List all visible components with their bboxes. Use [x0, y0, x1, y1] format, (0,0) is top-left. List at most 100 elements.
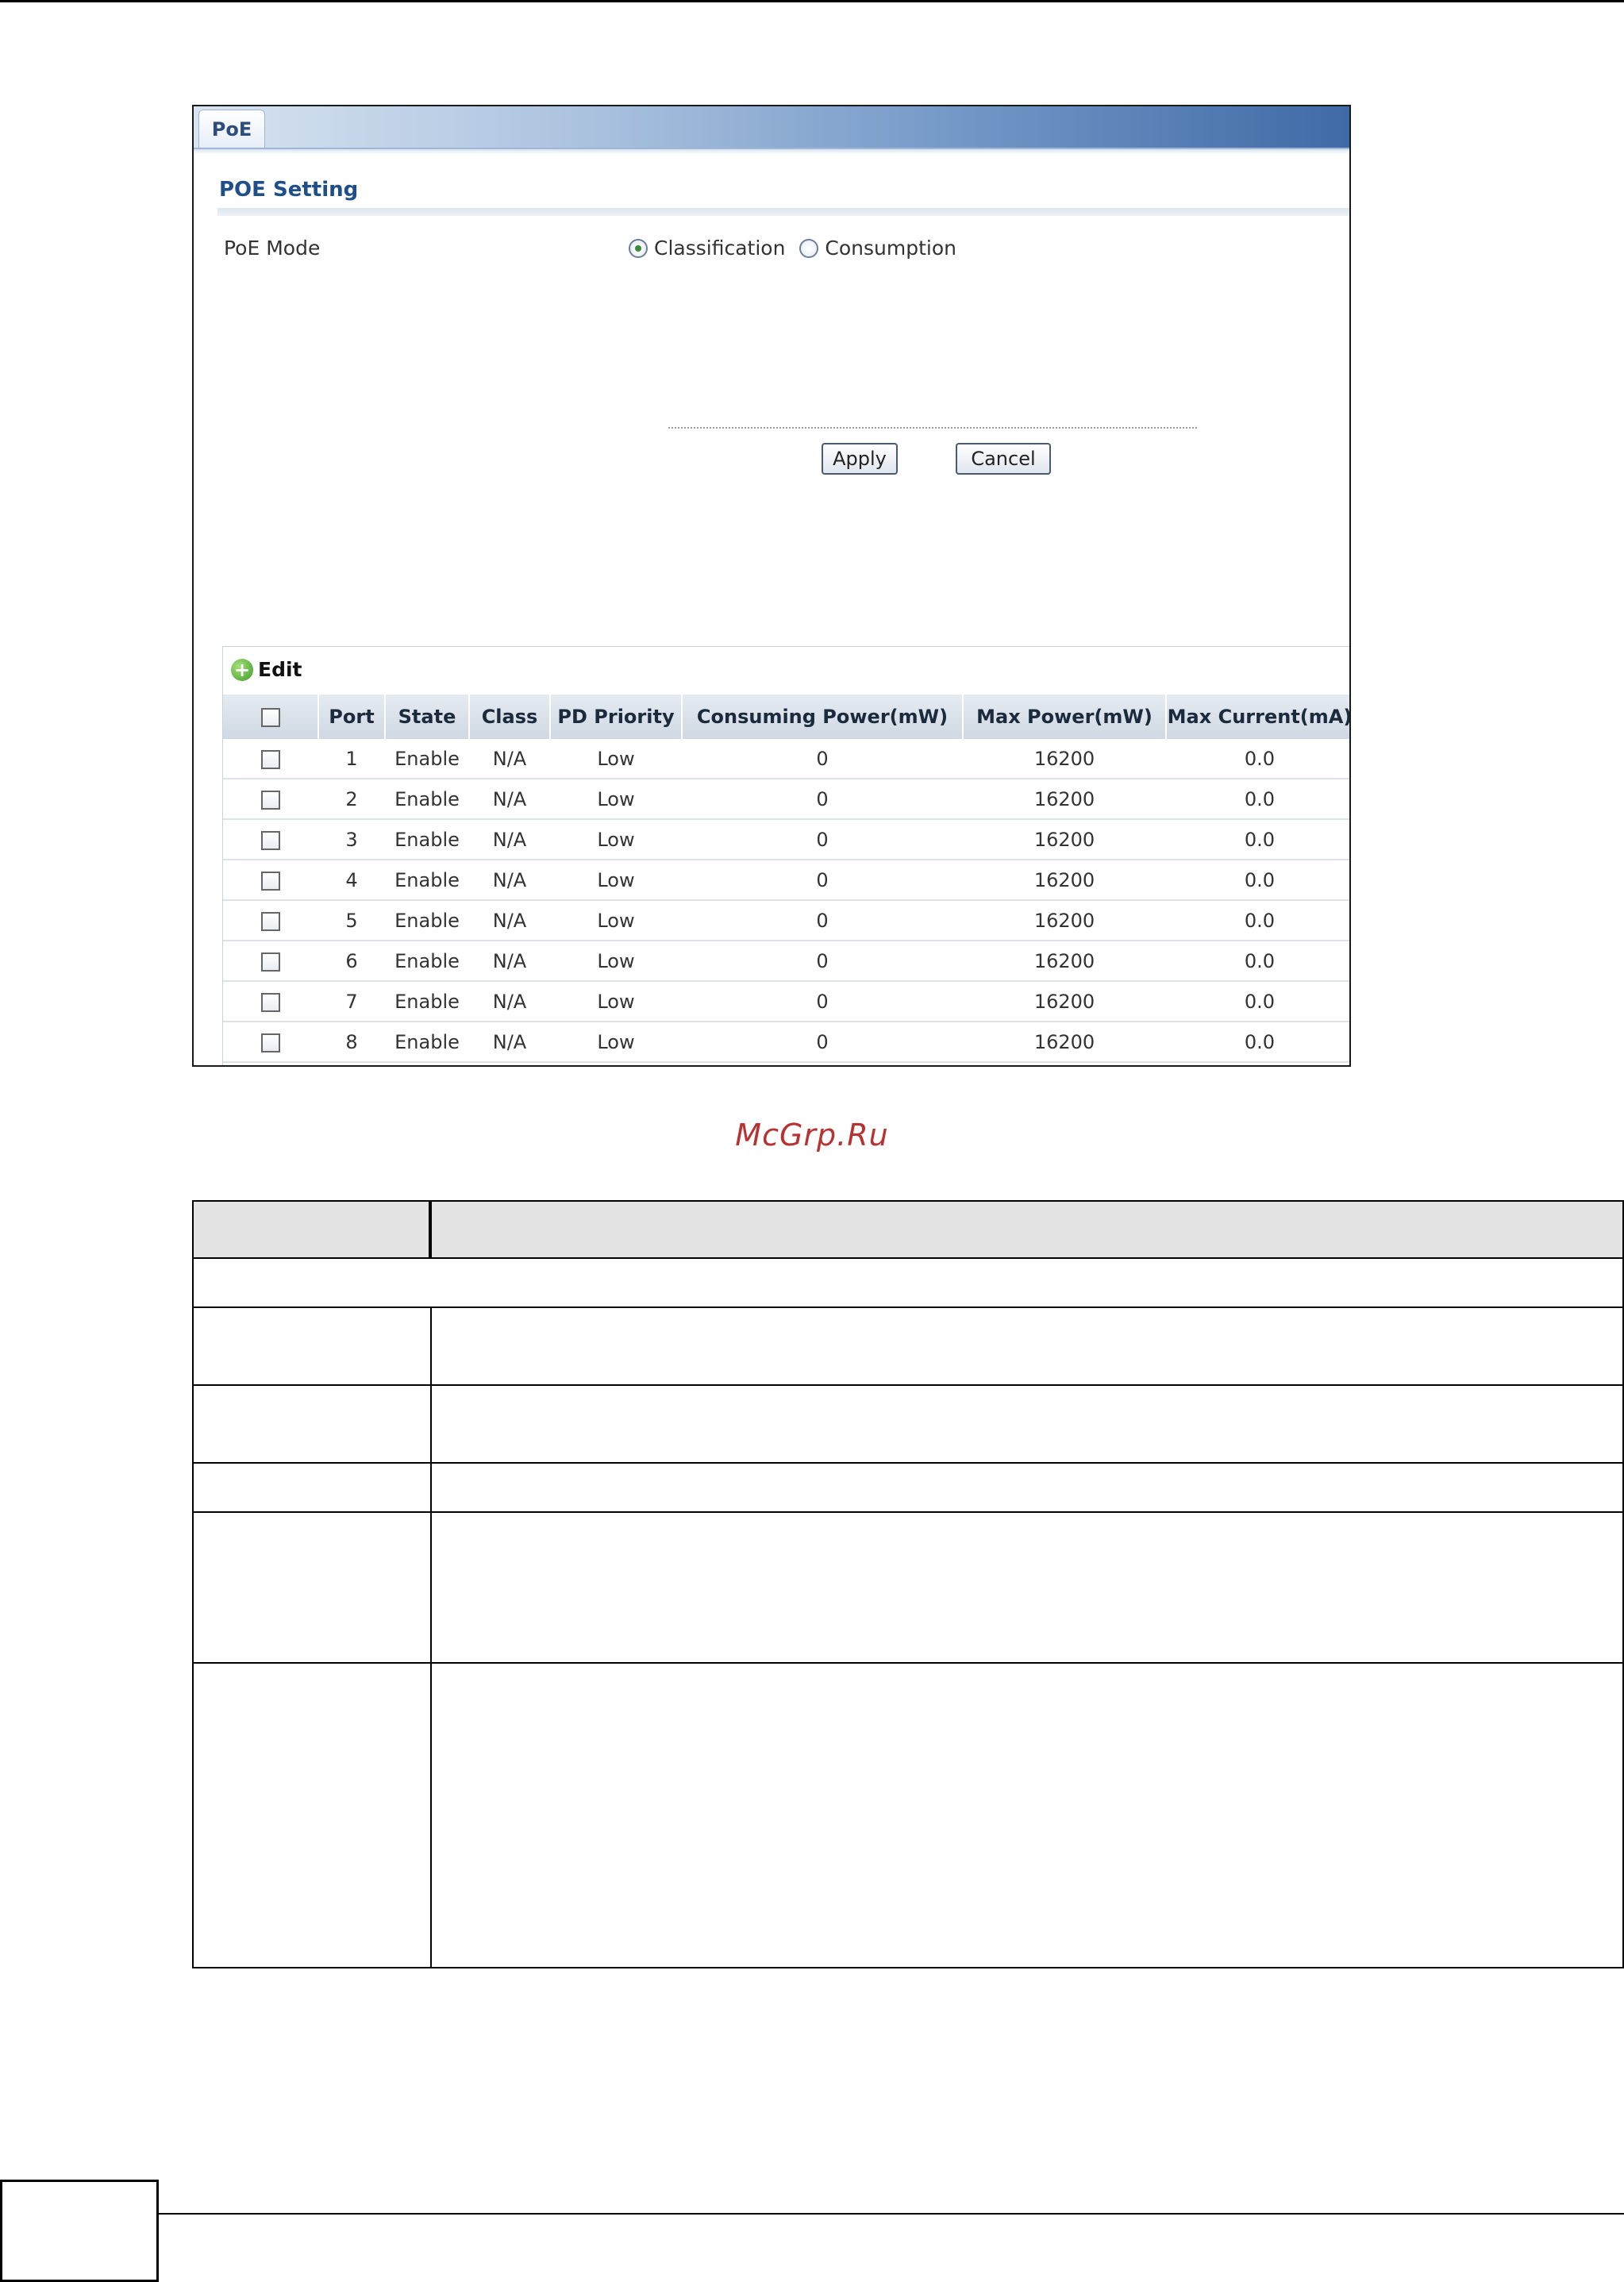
port-cell: 6: [318, 941, 385, 982]
column-header-state: State: [385, 695, 470, 739]
row-select-cell: [223, 779, 318, 820]
edit-label: Edit: [258, 658, 302, 681]
max-current-cell: 0.0: [1166, 1022, 1349, 1063]
cancel-button[interactable]: Cancel: [956, 443, 1051, 475]
row-checkbox[interactable]: [261, 749, 280, 769]
row-select-cell: [223, 739, 318, 779]
table-row: 4 Enable N/A Low 0 16200 0.0: [223, 860, 1349, 901]
table-rule: [194, 1462, 1622, 1464]
row-checkbox[interactable]: [261, 911, 280, 931]
row-select-cell: [223, 1022, 318, 1063]
state-cell: Enable: [385, 1022, 469, 1063]
table-row: 6 Enable N/A Low 0 16200 0.0: [223, 941, 1349, 982]
port-cell: 7: [318, 981, 385, 1022]
section-divider: [217, 208, 1349, 216]
row-checkbox[interactable]: [261, 952, 280, 972]
port-cell: 2: [318, 779, 385, 820]
max-power-cell: 16200: [963, 739, 1166, 779]
table-row: 2 Enable N/A Low 0 16200 0.0: [223, 779, 1349, 820]
max-power-cell: 16200: [963, 819, 1166, 860]
port-table-area: + Edit Port State Class PD Priority Cons…: [222, 646, 1349, 1065]
row-checkbox[interactable]: [261, 790, 280, 810]
description-table: [192, 1200, 1624, 1968]
poe-port-table: Port State Class PD Priority Consuming P…: [223, 695, 1349, 1063]
radio-classification[interactable]: Classification: [629, 237, 785, 260]
class-cell: N/A: [469, 739, 550, 779]
max-power-cell: 16200: [963, 1022, 1166, 1063]
consuming-power-cell: 0: [682, 981, 963, 1022]
class-cell: N/A: [469, 1022, 550, 1063]
tab-bar: PoE: [194, 106, 1349, 154]
column-header-pd-priority: PD Priority: [550, 695, 683, 739]
consuming-power-cell: 0: [682, 779, 963, 820]
row-checkbox[interactable]: [261, 1033, 280, 1052]
column-header-max-current: Max Current(mA): [1166, 695, 1349, 739]
state-cell: Enable: [385, 900, 469, 941]
table-row: 8 Enable N/A Low 0 16200 0.0: [223, 1022, 1349, 1063]
state-cell: Enable: [385, 779, 469, 820]
max-power-cell: 16200: [963, 981, 1166, 1022]
table-rule: [194, 1384, 1622, 1386]
table-rule: [194, 1662, 1622, 1664]
row-select-cell: [223, 900, 318, 941]
apply-button[interactable]: Apply: [822, 443, 898, 475]
priority-cell: Low: [550, 1022, 682, 1063]
class-cell: N/A: [469, 900, 550, 941]
table-rule: [194, 1306, 1622, 1308]
table-row: 7 Enable N/A Low 0 16200 0.0: [223, 981, 1349, 1022]
radio-classification-circle[interactable]: [629, 238, 648, 258]
max-power-cell: 16200: [963, 779, 1166, 820]
description-table-header-left: [194, 1202, 430, 1259]
row-checkbox[interactable]: [261, 830, 280, 850]
port-cell: 3: [318, 819, 385, 860]
max-current-cell: 0.0: [1166, 900, 1349, 941]
radio-consumption-label: Consumption: [825, 237, 956, 260]
max-current-cell: 0.0: [1166, 941, 1349, 982]
select-all-checkbox[interactable]: [260, 708, 280, 727]
poe-screenshot-panel: PoE POE Setting PoE Mode Classification …: [192, 105, 1351, 1067]
port-cell: 8: [318, 1022, 385, 1063]
column-header-class: Class: [469, 695, 551, 739]
max-current-cell: 0.0: [1166, 860, 1349, 901]
max-power-cell: 16200: [963, 941, 1166, 982]
priority-cell: Low: [550, 819, 682, 860]
plus-circle-icon: +: [231, 658, 253, 681]
port-cell: 4: [318, 860, 385, 901]
priority-cell: Low: [550, 941, 682, 982]
column-header-port: Port: [318, 695, 386, 739]
table-rule: [194, 1511, 1622, 1513]
max-current-cell: 0.0: [1166, 819, 1349, 860]
table-header-row: Port State Class PD Priority Consuming P…: [223, 695, 1349, 739]
tab-poe[interactable]: PoE: [198, 110, 265, 148]
row-checkbox[interactable]: [261, 992, 280, 1012]
port-cell: 5: [318, 900, 385, 941]
radio-consumption-circle[interactable]: [799, 238, 819, 258]
class-cell: N/A: [469, 779, 550, 820]
max-power-cell: 16200: [963, 860, 1166, 901]
max-power-cell: 16200: [963, 900, 1166, 941]
row-select-cell: [223, 941, 318, 982]
max-current-cell: 0.0: [1166, 739, 1349, 779]
poe-mode-label: PoE Mode: [224, 237, 321, 260]
class-cell: N/A: [469, 860, 550, 901]
column-header-consuming-power: Consuming Power(mW): [682, 695, 964, 739]
max-current-cell: 0.0: [1166, 779, 1349, 820]
table-row: 3 Enable N/A Low 0 16200 0.0: [223, 819, 1349, 860]
footer-rule: [159, 2213, 1624, 2215]
table-column-rule: [430, 1202, 432, 1259]
radio-consumption[interactable]: Consumption: [799, 237, 956, 260]
radio-classification-label: Classification: [654, 237, 786, 260]
row-checkbox[interactable]: [261, 871, 280, 891]
consuming-power-cell: 0: [682, 860, 963, 901]
row-select-cell: [223, 981, 318, 1022]
priority-cell: Low: [550, 860, 682, 901]
description-table-header-right: [430, 1202, 1622, 1259]
edit-button[interactable]: + Edit: [231, 658, 302, 681]
table-column-rule: [430, 1306, 432, 1967]
state-cell: Enable: [385, 941, 469, 982]
class-cell: N/A: [469, 981, 550, 1022]
row-select-cell: [223, 860, 318, 901]
class-cell: N/A: [469, 819, 550, 860]
state-cell: Enable: [385, 860, 469, 901]
state-cell: Enable: [385, 739, 469, 779]
